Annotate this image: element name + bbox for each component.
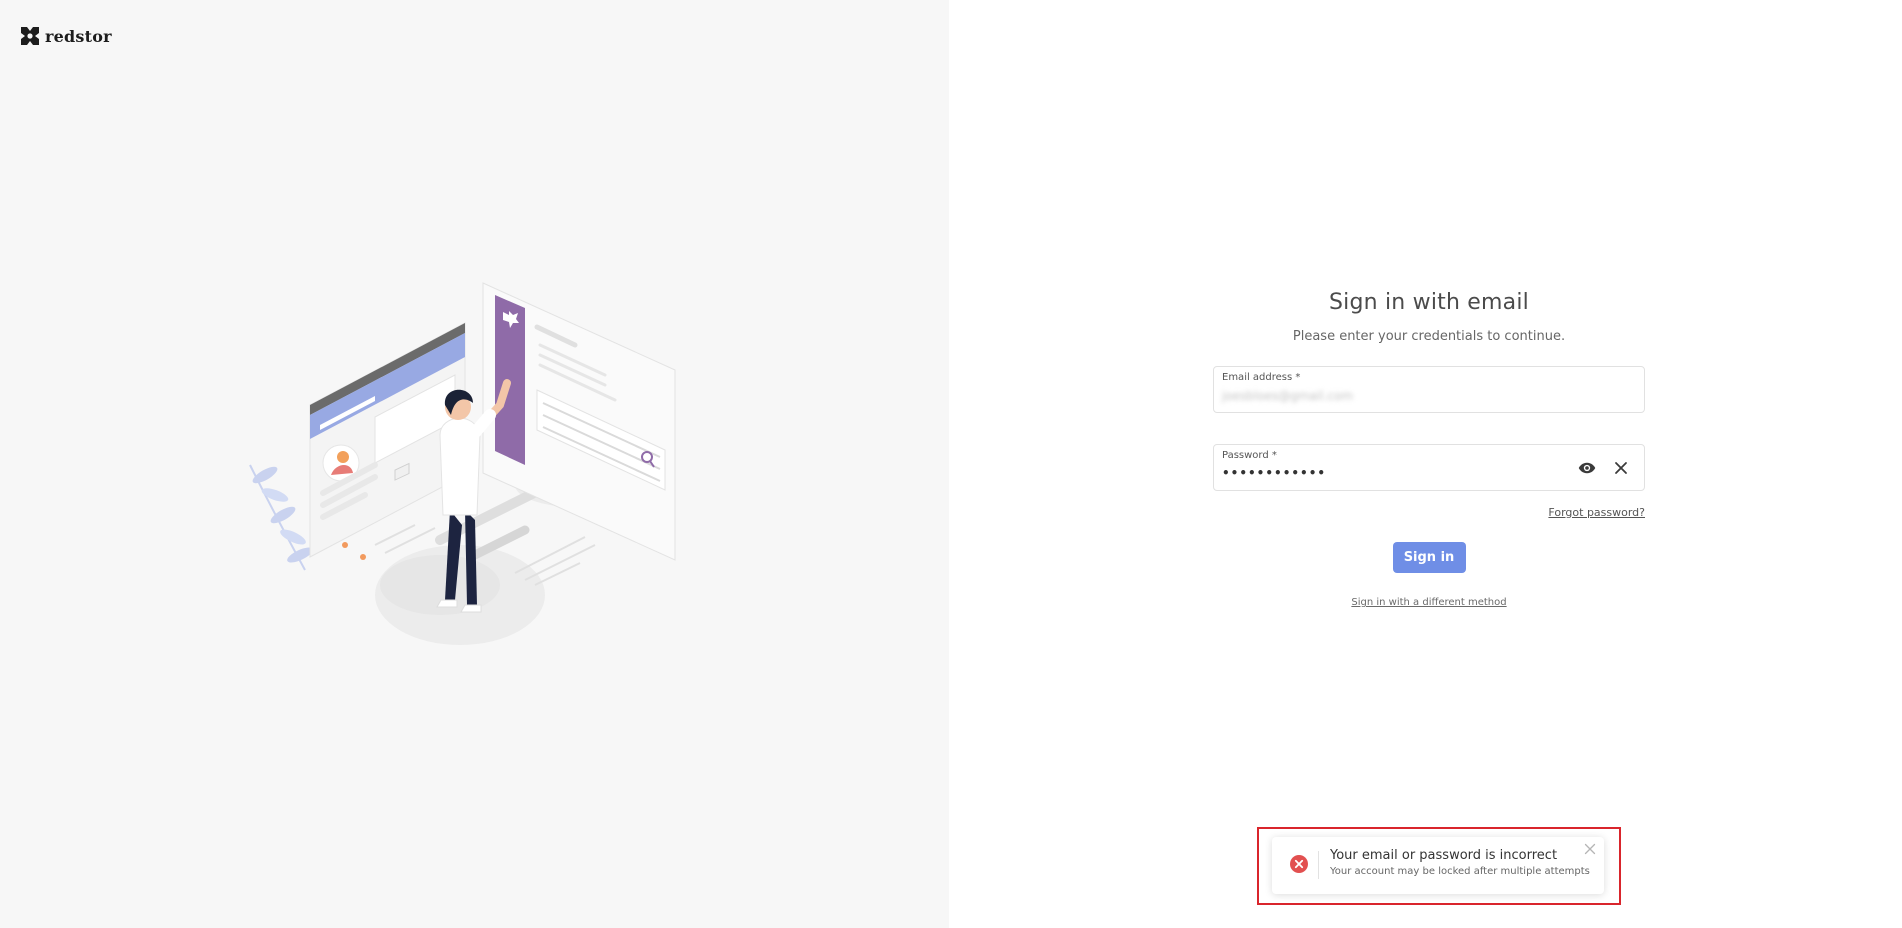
page-subtitle: Please enter your credentials to continu… [1292,329,1566,344]
toast-divider [1318,851,1319,879]
error-toast: Your email or password is incorrect Your… [1272,837,1604,894]
person-interacting-with-screens-illustration [249,282,676,645]
password-actions [1578,459,1630,477]
brand: redstor [19,25,112,47]
signin-panel: Sign in with email Please enter your cre… [949,0,1902,928]
password-field[interactable]: Password * •••••••••••• [1213,444,1645,491]
close-icon[interactable] [1612,459,1630,477]
illustration-panel: redstor [0,0,949,928]
different-method-link[interactable]: Sign in with a different method [1351,597,1506,608]
toast-title: Your email or password is incorrect [1330,848,1558,863]
sign-in-button[interactable]: Sign in [1392,542,1466,573]
error-circle-icon [1290,855,1308,873]
email-field[interactable]: Email address * joesbloes@gmail.com [1213,366,1645,413]
email-input[interactable]: joesbloes@gmail.com [1222,389,1522,405]
eye-icon[interactable] [1578,459,1596,477]
password-input[interactable]: •••••••••••• [1222,466,1522,482]
forgot-password-link[interactable]: Forgot password? [1548,506,1645,519]
brand-name: redstor [45,26,112,46]
email-label: Email address * [1222,372,1301,383]
toast-message: Your account may be locked after multipl… [1330,866,1590,877]
redstor-logo-icon [21,27,39,45]
password-label: Password * [1222,450,1277,461]
close-icon[interactable] [1584,843,1596,855]
signin-form: Sign in with email Please enter your cre… [1213,290,1645,609]
page-title: Sign in with email [1329,290,1529,315]
